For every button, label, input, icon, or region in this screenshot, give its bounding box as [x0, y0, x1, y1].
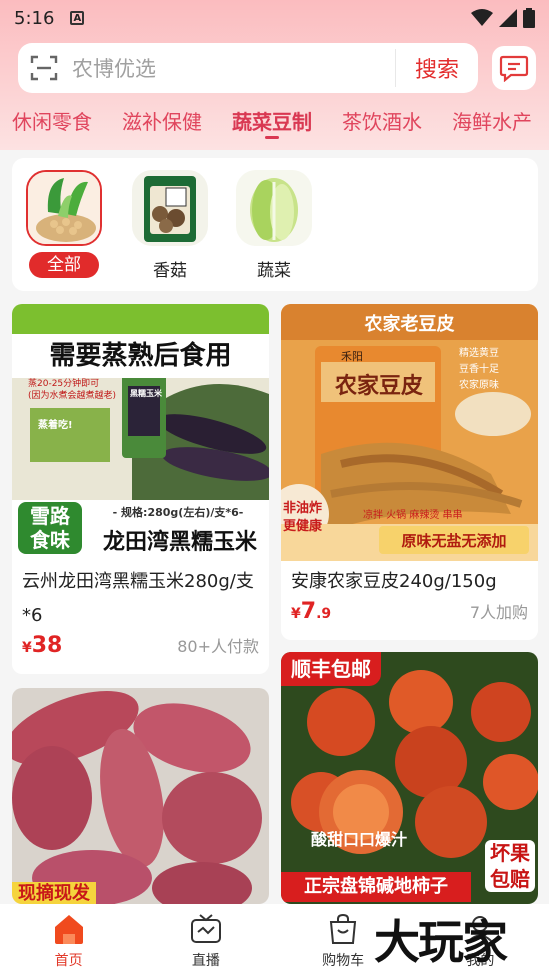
nav-cart-label: 购物车	[322, 953, 365, 969]
tomato-slogan-2: 正宗盘锦碱地柿子	[281, 872, 471, 902]
live-tv-icon	[190, 914, 221, 943]
subcategory-mushroom[interactable]: 香菇	[130, 170, 210, 281]
tofu-bag-label: 农家豆皮	[334, 374, 423, 399]
tofu-check-2: 豆香十足	[459, 364, 499, 375]
subcategory-card: 全部 香菇 蔬菜	[12, 158, 538, 291]
tofu-check-1: 精选黄豆	[459, 348, 499, 359]
product-title: 云州龙田湾黑糯玉米280g/支*6	[22, 571, 254, 626]
cart-icon	[330, 913, 357, 944]
tab-tea-drinks[interactable]: 茶饮酒水	[342, 106, 422, 135]
corn-banner: 需要蒸熟后食用	[12, 334, 269, 378]
corn-note-2: (因为水煮会越煮越老)	[28, 391, 117, 401]
tab-health[interactable]: 滋补保健	[122, 106, 202, 135]
tofu-bag-brand: 禾阳	[341, 350, 363, 363]
nav-live-label: 直播	[191, 953, 220, 969]
mushroom-thumbnail	[132, 170, 208, 246]
tab-snacks[interactable]: 休闲零食	[12, 106, 92, 135]
product-footer: ¥7.9 7人加购	[281, 599, 538, 624]
search-row: 农博优选 搜索	[18, 42, 538, 94]
tomato-banner: 顺丰包邮	[281, 652, 381, 686]
subcategory-vegetables[interactable]: 蔬菜	[234, 170, 314, 281]
search-placeholder: 农博优选	[72, 57, 156, 81]
notification-icon: A	[70, 11, 85, 25]
home-icon	[54, 915, 83, 944]
product-title: 安康农家豆皮240g/150g	[291, 571, 497, 592]
subcategory-all-label: 全部	[29, 252, 99, 278]
corn-pack-label: 黑糯玉米	[130, 389, 162, 398]
nav-home-label: 首页	[54, 953, 83, 969]
all-thumbnail	[26, 170, 102, 246]
product-price: ¥7.9	[291, 599, 332, 624]
corn-brand-tag: 雪路食味	[30, 504, 70, 552]
corn-spec: - 规格:280g(左右)/支*6-	[112, 506, 244, 519]
product-footer: ¥38 80+人付款	[12, 633, 269, 658]
wifi-icon	[471, 9, 493, 26]
subcategory-mushroom-label: 香菇	[153, 261, 187, 281]
product-sales: 80+人付款	[177, 637, 259, 656]
product-card-tofu-skin[interactable]: 农家老豆皮 禾阳 农家豆皮 精选黄豆 豆香十足 农家原味 非油炸更健康 凉拌 火…	[281, 304, 538, 640]
tofu-slogan: 原味无盐无添加	[401, 532, 507, 550]
product-price: ¥38	[22, 633, 63, 658]
tab-seafood[interactable]: 海鲜水产	[452, 106, 532, 135]
product-image-tofu-skin: 农家老豆皮 禾阳 农家豆皮 精选黄豆 豆香十足 农家原味 非油炸更健康 凉拌 火…	[281, 304, 538, 561]
search-button[interactable]: 搜索	[396, 52, 478, 84]
product-image-tomato: 顺丰包邮 酸甜口口爆汁 正宗盘锦碱地柿子 坏果包赔	[281, 652, 538, 904]
tofu-banner: 农家老豆皮	[364, 314, 455, 335]
corn-name: 龙田湾黑糯玉米	[102, 530, 257, 555]
product-sales: 7人加购	[469, 603, 528, 622]
tofu-uses: 凉拌 火锅 麻辣烫 串串	[363, 510, 463, 521]
corn-steam-label: 蒸着吃!	[38, 420, 73, 431]
subcategory-all[interactable]: 全部	[24, 170, 104, 278]
vegetables-thumbnail	[236, 170, 312, 246]
nav-home[interactable]: 首页	[0, 904, 137, 977]
tomato-badge: 坏果包赔	[485, 840, 535, 892]
tofu-check-3: 农家原味	[459, 380, 499, 391]
status-bar: 5:16 A	[0, 0, 549, 36]
potato-banner: 现摘现发	[12, 882, 96, 904]
battery-icon	[523, 8, 535, 28]
tomato-slogan-1: 酸甜口口爆汁	[311, 830, 408, 849]
subcategory-vegetables-label: 蔬菜	[257, 261, 291, 281]
scan-icon[interactable]	[30, 54, 58, 82]
product-card-sweet-potato[interactable]: 现摘现发	[12, 688, 269, 904]
category-tabs: 休闲零食 滋补保健 蔬菜豆制 茶饮酒水 海鲜水产	[0, 106, 549, 146]
product-image-corn: 需要蒸熟后食用 蒸20-25分钟即可 (因为水煮会越煮越老) 蒸着吃! 黑糯玉米…	[12, 304, 269, 561]
tab-vegetables-tofu[interactable]: 蔬菜豆制	[232, 106, 312, 135]
message-button[interactable]	[492, 46, 536, 90]
nav-live[interactable]: 直播	[137, 904, 274, 977]
message-icon	[499, 55, 529, 82]
product-image-sweet-potato: 现摘现发	[12, 688, 269, 904]
watermark: 大玩家	[374, 915, 508, 969]
corn-note-1: 蒸20-25分钟即可	[28, 379, 100, 389]
search-input[interactable]: 农博优选 搜索	[18, 43, 478, 93]
status-time: 5:16	[14, 7, 55, 29]
signal-icon	[499, 9, 517, 27]
tofu-tag: 非油炸更健康	[283, 501, 323, 534]
product-card-corn[interactable]: 需要蒸熟后食用 蒸20-25分钟即可 (因为水煮会越煮越老) 蒸着吃! 黑糯玉米…	[12, 304, 269, 674]
product-card-tomato[interactable]: 顺丰包邮 酸甜口口爆汁 正宗盘锦碱地柿子 坏果包赔	[281, 652, 538, 904]
